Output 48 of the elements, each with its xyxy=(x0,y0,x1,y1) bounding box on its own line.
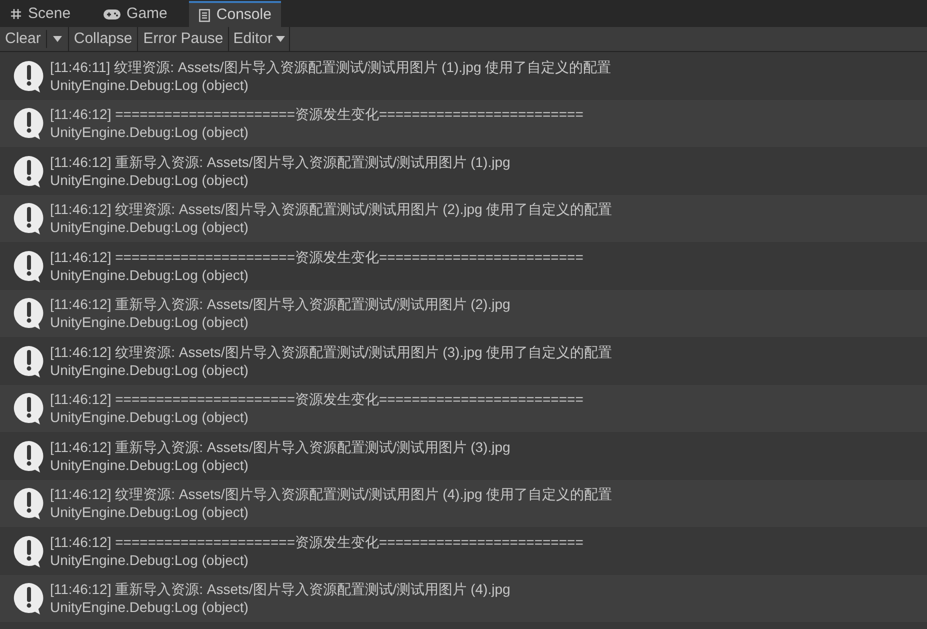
editor-dropdown[interactable]: Editor xyxy=(229,27,290,51)
info-bubble-icon xyxy=(12,486,46,520)
log-source: UnityEngine.Debug:Log (object) xyxy=(50,266,250,284)
info-bubble-icon xyxy=(12,248,46,283)
gamepad-icon xyxy=(102,8,121,20)
log-source: UnityEngine.Debug:Log (object) xyxy=(50,360,250,379)
log-message: [11:46:12] ======================资源发生变化========================= xyxy=(50,248,584,266)
log-message: [11:46:12] 重新导入资源: Assets/图片导入资源配置测试/测试用图片 (4).jpg xyxy=(50,580,510,598)
log-source: UnityEngine.Debug:Log (object) xyxy=(50,550,250,569)
log-message: [11:46:12] ======================资源发生变化========================= xyxy=(50,390,584,408)
info-bubble-icon xyxy=(12,201,46,236)
info-bubble-icon xyxy=(12,581,46,616)
list-icon xyxy=(199,8,210,22)
caret-icon xyxy=(276,36,286,42)
caret-icon xyxy=(52,36,62,42)
tab[interactable]: Scene xyxy=(0,1,81,27)
info-bubble-icon xyxy=(12,344,46,378)
log-message: [11:46:12] ======================资源发生变化========================= xyxy=(50,105,584,124)
tab[interactable]: Game xyxy=(92,1,178,27)
info-bubble-icon xyxy=(12,106,46,140)
log-message: [11:46:12] 重新导入资源: Assets/图片导入资源配置测试/测试用图片 (2).jpg xyxy=(50,295,510,314)
log-message: [11:46:12] ======================资源发生变化========================= xyxy=(50,532,584,551)
log-source: UnityEngine.Debug:Log (object) xyxy=(50,123,250,142)
log-message: [11:46:12] 纹理资源: Assets/图片导入资源配置测试/测试用图片 (2).jpg 使用了自定义的配置 xyxy=(50,200,612,218)
log-source: UnityEngine.Debug:Log (object) xyxy=(50,76,250,94)
log-message: [11:46:12] 重新导入资源: Assets/图片导入资源配置测试/测试用图片 (1).jpg xyxy=(50,152,510,171)
log-source: UnityEngine.Debug:Log (object) xyxy=(50,170,250,189)
info-bubble-icon xyxy=(12,58,46,93)
log-message: [11:46:12] 纹理资源: Assets/图片导入资源配置测试/测试用图片 (4).jpg 使用了自定义的配置 xyxy=(50,485,612,504)
toggle-button[interactable]: Collapse xyxy=(68,27,138,51)
log-source: UnityEngine.Debug:Log (object) xyxy=(50,218,250,236)
info-bubble-icon xyxy=(12,154,46,188)
grid-icon xyxy=(10,8,22,20)
info-bubble-icon xyxy=(12,534,46,568)
log-message: [11:46:11] 纹理资源: Assets/图片导入资源配置测试/测试用图片 (1).jpg 使用了自定义的配置 xyxy=(50,58,612,76)
clear-button[interactable]: Clear xyxy=(0,27,46,51)
log-message: [11:46:12] 重新导入资源: Assets/图片导入资源配置测试/测试用图片 (3).jpg xyxy=(50,438,510,456)
log-source: UnityEngine.Debug:Log (object) xyxy=(50,598,250,616)
log-source: UnityEngine.Debug:Log (object) xyxy=(50,313,250,332)
log-message: [11:46:12] 纹理资源: Assets/图片导入资源配置测试/测试用图片 (3).jpg 使用了自定义的配置 xyxy=(50,342,612,361)
log-source: UnityEngine.Debug:Log (object) xyxy=(50,408,250,426)
info-bubble-icon xyxy=(12,296,46,330)
toggle-button[interactable]: Error Pause xyxy=(138,27,230,51)
log-source: UnityEngine.Debug:Log (object) xyxy=(50,503,250,522)
tab[interactable]: Console xyxy=(189,1,282,27)
info-bubble-icon xyxy=(12,438,46,473)
log-source: UnityEngine.Debug:Log (object) xyxy=(50,456,250,474)
info-bubble-icon xyxy=(12,391,46,426)
